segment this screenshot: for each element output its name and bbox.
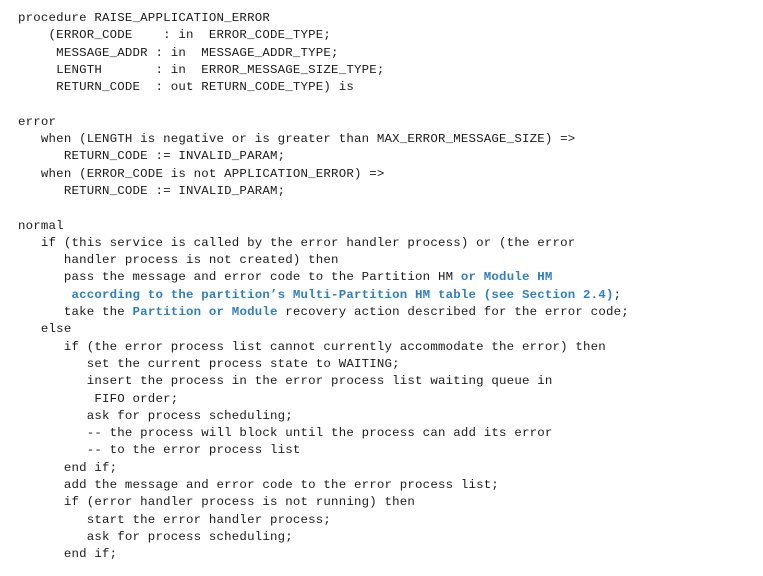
param-message-addr-line: MESSAGE_ADDR : in MESSAGE_ADDR_TYPE;	[18, 45, 339, 60]
normal-if-cont-line: handler process is not created) then	[18, 253, 339, 268]
highlighted-hm-table-ref: according to the partition’s Multi-Parti…	[18, 287, 614, 302]
pseudocode-block: procedure RAISE_APPLICATION_ERROR (ERROR…	[18, 10, 629, 564]
end-if-line: end if;	[18, 547, 118, 562]
start-handler-line: start the error handler process;	[18, 512, 332, 527]
error-section-heading: error	[18, 114, 57, 129]
comment-line: -- the process will block until the proc…	[18, 426, 553, 441]
statement-terminator: ;	[613, 287, 622, 302]
param-return-code-line: RETURN_CODE : out RETURN_CODE_TYPE) is	[18, 80, 354, 95]
error-return-code-line: RETURN_CODE := INVALID_PARAM;	[18, 149, 286, 164]
pass-message-text: pass the message and error code to the P…	[18, 270, 461, 285]
insert-queue-line: insert the process in the error process …	[18, 374, 553, 389]
highlighted-module-hm: or Module HM	[460, 270, 553, 285]
highlighted-partition-or-module: Partition or Module	[132, 305, 278, 320]
param-length-line: LENGTH : in ERROR_MESSAGE_SIZE_TYPE;	[18, 62, 385, 77]
error-return-code-line: RETURN_CODE := INVALID_PARAM;	[18, 183, 286, 198]
normal-section-heading: normal	[18, 218, 64, 233]
ask-scheduling-line: ask for process scheduling;	[18, 408, 293, 423]
set-waiting-line: set the current process state to WAITING…	[18, 356, 400, 371]
end-if-line: end if;	[18, 460, 118, 475]
fifo-order-line: FIFO order;	[18, 391, 179, 406]
take-action-text-end: recovery action described for the error …	[277, 305, 629, 320]
take-action-line: take the Partition or Module recovery ac…	[18, 304, 629, 321]
add-message-line: add the message and error code to the er…	[18, 478, 500, 493]
procedure-signature-line: procedure RAISE_APPLICATION_ERROR	[18, 11, 270, 25]
if-handler-not-running-line: if (error handler process is not running…	[18, 495, 416, 510]
normal-if-line: if (this service is called by the error …	[18, 235, 576, 250]
else-line: else	[18, 322, 72, 337]
error-when-length-line: when (LENGTH is negative or is greater t…	[18, 132, 576, 147]
error-when-code-line: when (ERROR_CODE is not APPLICATION_ERRO…	[18, 166, 385, 181]
pass-message-cont-line: according to the partition’s Multi-Parti…	[18, 287, 629, 304]
pass-message-line: pass the message and error code to the P…	[18, 269, 629, 286]
ask-scheduling-line: ask for process scheduling;	[18, 529, 293, 544]
comment-line: -- to the error process list	[18, 443, 301, 458]
if-list-full-line: if (the error process list cannot curren…	[18, 339, 606, 354]
param-error-code-line: (ERROR_CODE : in ERROR_CODE_TYPE;	[18, 28, 332, 43]
take-action-text-start: take the	[18, 305, 133, 320]
